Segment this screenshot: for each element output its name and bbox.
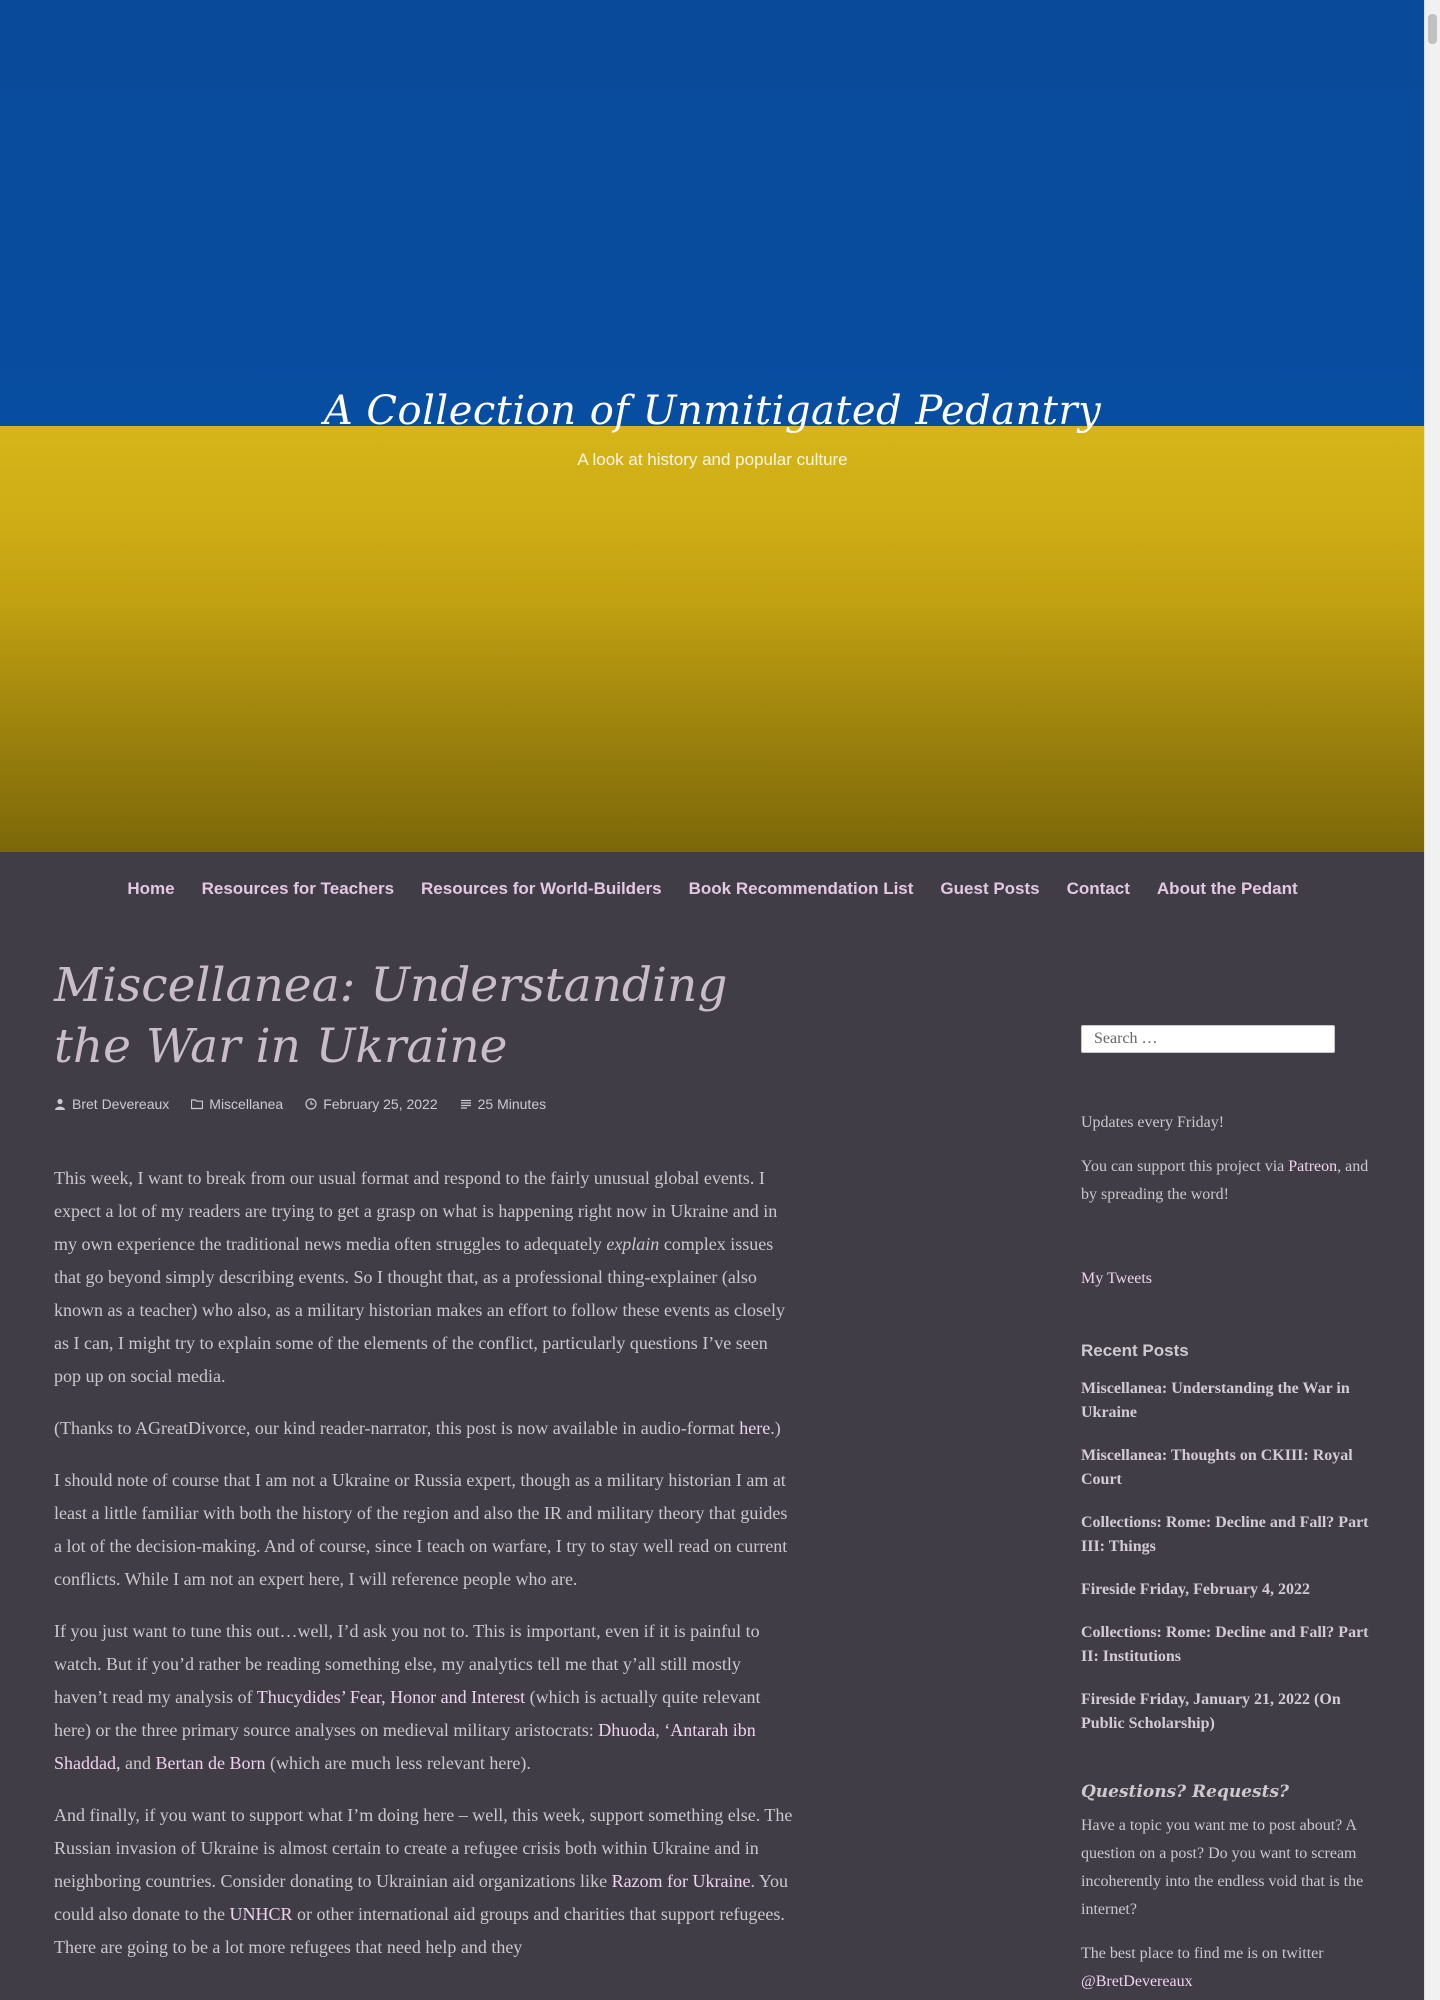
recent-post-link[interactable]: Miscellanea: Understanding the War in Uk… — [1081, 1380, 1350, 1421]
paragraph: I should note of course that I am not a … — [54, 1470, 788, 1589]
twitter-handle-link[interactable]: @BretDevereaux — [1081, 1973, 1193, 1990]
patreon-link[interactable]: Patreon — [1288, 1158, 1337, 1175]
main-navigation: Home Resources for Teachers Resources fo… — [0, 852, 1425, 926]
recent-post-link[interactable]: Miscellanea: Thoughts on CKIII: Royal Co… — [1081, 1447, 1353, 1488]
post-body: This week, I want to break from our usua… — [54, 1162, 794, 1964]
list-item: Collections: Rome: Decline and Fall? Par… — [1081, 1621, 1381, 1669]
bertan-link[interactable]: Bertan de Born — [156, 1753, 266, 1773]
emphasis: explain — [606, 1234, 660, 1254]
list-item: Fireside Friday, February 4, 2022 — [1081, 1578, 1381, 1602]
post-meta: Bret Devereaux Miscellanea February 25, … — [54, 1096, 794, 1112]
questions-text: Have a topic you want me to post about? … — [1081, 1817, 1364, 1918]
main-content: Miscellanea: Understanding the War in Uk… — [54, 955, 794, 1983]
paragraph: (Thanks to AGreatDivorce, our kind reade… — [54, 1412, 794, 1445]
my-tweets-link[interactable]: My Tweets — [1081, 1270, 1152, 1287]
nav-item-home[interactable]: Home — [127, 879, 174, 899]
post-author[interactable]: Bret Devereaux — [54, 1096, 169, 1112]
site-title[interactable]: A Collection of Unmitigated Pedantry — [0, 388, 1425, 434]
folder-icon — [191, 1099, 204, 1110]
thucydides-link[interactable]: Thucydides’ Fear, Honor and Interest — [257, 1687, 525, 1707]
person-icon — [55, 1098, 65, 1110]
paragraph: And finally, if you want to support what… — [54, 1799, 794, 1964]
audio-link[interactable]: here — [739, 1418, 770, 1438]
search-input[interactable] — [1081, 1025, 1335, 1053]
text: , — [655, 1720, 665, 1740]
tweets-widget: My Tweets — [1081, 1265, 1381, 1293]
list-item: Collections: Rome: Decline and Fall? Par… — [1081, 1511, 1381, 1559]
reading-time-text: 25 Minutes — [477, 1096, 547, 1112]
post-category[interactable]: Miscellanea — [191, 1096, 283, 1112]
post-title: Miscellanea: Understanding the War in Uk… — [54, 958, 728, 1074]
list-icon — [460, 1099, 471, 1109]
post-reading-time: 25 Minutes — [460, 1096, 546, 1112]
sidebar: Updates every Friday! You can support th… — [1081, 1025, 1381, 1996]
scrollbar-thumb[interactable] — [1428, 14, 1437, 44]
unhcr-link[interactable]: UNHCR — [229, 1904, 292, 1924]
list-item: Miscellanea: Thoughts on CKIII: Royal Co… — [1081, 1444, 1381, 1492]
text: (Thanks to AGreatDivorce, our kind reade… — [54, 1418, 740, 1438]
updates-text: Updates every Friday! — [1081, 1114, 1225, 1131]
recent-post-link[interactable]: Collections: Rome: Decline and Fall? Par… — [1081, 1624, 1369, 1665]
dhuoda-link[interactable]: Dhuoda — [598, 1720, 655, 1740]
list-item: Miscellanea: Understanding the War in Uk… — [1081, 1377, 1381, 1425]
support-text: You can support this project via Patreon… — [1081, 1153, 1381, 1209]
text: You can support this project via — [1081, 1158, 1289, 1175]
text: The best place to find me is on twitter — [1081, 1945, 1324, 1962]
author-name[interactable]: Bret Devereaux — [72, 1096, 169, 1112]
post-date[interactable]: February 25, 2022 — [305, 1096, 438, 1112]
date-text[interactable]: February 25, 2022 — [323, 1096, 437, 1112]
site-tagline: A look at history and popular culture — [577, 450, 848, 469]
text: .) — [770, 1418, 781, 1438]
nav-item-resources-teachers[interactable]: Resources for Teachers — [202, 879, 394, 899]
category-name[interactable]: Miscellanea — [209, 1096, 283, 1112]
clock-icon — [305, 1098, 317, 1110]
recent-post-link[interactable]: Collections: Rome: Decline and Fall? Par… — [1081, 1514, 1369, 1555]
twitter-text: The best place to find me is on twitter @… — [1081, 1940, 1381, 1996]
razom-link[interactable]: Razom for Ukraine — [612, 1871, 751, 1891]
nav-item-guest-posts[interactable]: Guest Posts — [940, 879, 1039, 899]
page-scrollbar[interactable] — [1424, 0, 1440, 2000]
list-item: Fireside Friday, January 21, 2022 (On Pu… — [1081, 1688, 1381, 1736]
recent-post-link[interactable]: Fireside Friday, February 4, 2022 — [1081, 1581, 1310, 1598]
recent-posts-list: Miscellanea: Understanding the War in Uk… — [1081, 1377, 1381, 1736]
text: complex issues that go beyond simply des… — [54, 1234, 785, 1386]
paragraph: If you just want to tune this out…well, … — [54, 1615, 794, 1780]
recent-posts-title: Recent Posts — [1081, 1341, 1189, 1360]
text: (which are much less relevant here). — [265, 1753, 531, 1773]
text: and — [120, 1753, 156, 1773]
nav-item-about[interactable]: About the Pedant — [1157, 879, 1298, 899]
questions-title: Questions? Requests? — [1081, 1782, 1289, 1802]
nav-item-resources-world-builders[interactable]: Resources for World-Builders — [421, 879, 662, 899]
nav-item-contact[interactable]: Contact — [1067, 879, 1130, 899]
paragraph: This week, I want to break from our usua… — [54, 1162, 794, 1393]
nav-item-book-recommendations[interactable]: Book Recommendation List — [689, 879, 914, 899]
recent-post-link[interactable]: Fireside Friday, January 21, 2022 (On Pu… — [1081, 1691, 1341, 1732]
